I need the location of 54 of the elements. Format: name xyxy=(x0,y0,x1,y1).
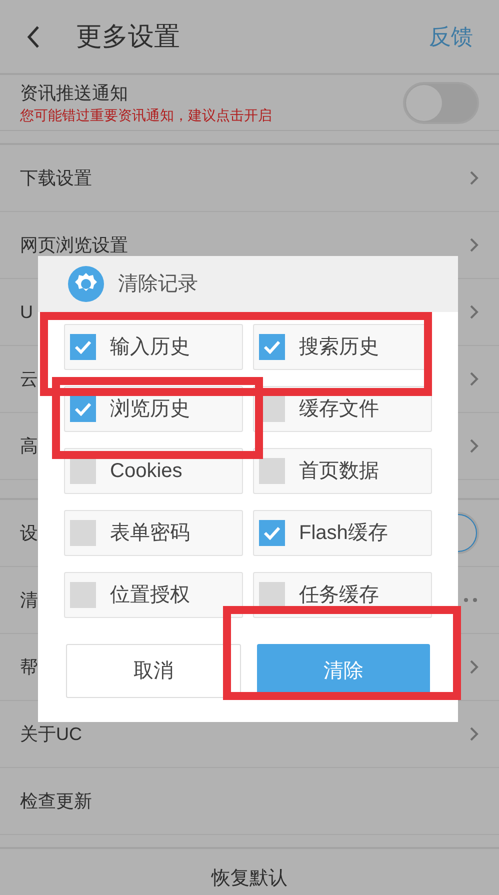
setting-label[interactable]: U xyxy=(20,298,33,326)
option-label: Cookies xyxy=(110,459,182,484)
setting-label[interactable]: 下载设置 xyxy=(20,164,92,192)
chevron-icon xyxy=(469,371,479,387)
checkbox[interactable] xyxy=(70,520,96,546)
checkbox[interactable] xyxy=(259,334,285,360)
check-icon xyxy=(263,340,281,354)
checkbox[interactable] xyxy=(259,582,285,608)
push-warning: 您可能错过重要资讯通知，建议点击开启 xyxy=(20,106,272,124)
checkbox[interactable] xyxy=(259,520,285,546)
setting-label[interactable]: 云 xyxy=(20,366,38,392)
chevron-icon xyxy=(469,170,479,186)
push-title: 资讯推送通知 xyxy=(20,82,129,104)
option-label: 首页数据 xyxy=(299,459,379,484)
option-tile[interactable]: 输入历史 xyxy=(64,324,243,370)
back-icon[interactable] xyxy=(26,24,40,48)
check-icon xyxy=(74,340,92,354)
chevron-icon xyxy=(469,726,479,742)
gear-icon xyxy=(68,266,104,302)
option-label: Flash缓存 xyxy=(299,521,388,546)
option-label: 位置授权 xyxy=(110,583,190,608)
cancel-button[interactable]: 取消 xyxy=(66,644,241,698)
checkbox[interactable] xyxy=(70,396,96,422)
checkbox[interactable] xyxy=(70,334,96,360)
check-icon xyxy=(74,402,92,416)
setting-label[interactable]: 高 xyxy=(20,432,38,460)
setting-label[interactable]: 网页浏览设置 xyxy=(20,232,128,258)
chevron-icon xyxy=(469,304,479,320)
setting-label[interactable]: 关于UC xyxy=(20,720,82,748)
setting-label[interactable]: 检查更新 xyxy=(20,788,92,814)
checkbox[interactable] xyxy=(70,582,96,608)
option-label: 缓存文件 xyxy=(299,397,379,422)
restore-defaults[interactable]: 恢复默认 xyxy=(212,864,288,893)
option-label: 浏览历史 xyxy=(110,397,190,422)
checkbox[interactable] xyxy=(70,458,96,484)
option-label: 搜索历史 xyxy=(299,335,379,360)
page-title: 更多设置 xyxy=(76,20,180,53)
dialog-title: 清除记录 xyxy=(118,272,198,297)
more-icon xyxy=(463,597,479,603)
option-tile[interactable]: 首页数据 xyxy=(253,448,432,494)
chevron-icon xyxy=(469,659,479,675)
option-tile[interactable]: 表单密码 xyxy=(64,510,243,556)
setting-label[interactable]: 清 xyxy=(20,586,38,614)
option-label: 表单密码 xyxy=(110,521,190,546)
chevron-icon xyxy=(469,237,479,253)
option-tile[interactable]: 位置授权 xyxy=(64,572,243,618)
option-label: 输入历史 xyxy=(110,335,190,360)
checkbox[interactable] xyxy=(259,458,285,484)
setting-label[interactable]: 设 xyxy=(20,520,38,546)
setting-label[interactable]: 帮 xyxy=(20,654,38,680)
option-tile[interactable]: Flash缓存 xyxy=(253,510,432,556)
chevron-icon xyxy=(469,438,479,454)
check-icon xyxy=(263,526,281,540)
option-label: 任务缓存 xyxy=(299,583,379,608)
